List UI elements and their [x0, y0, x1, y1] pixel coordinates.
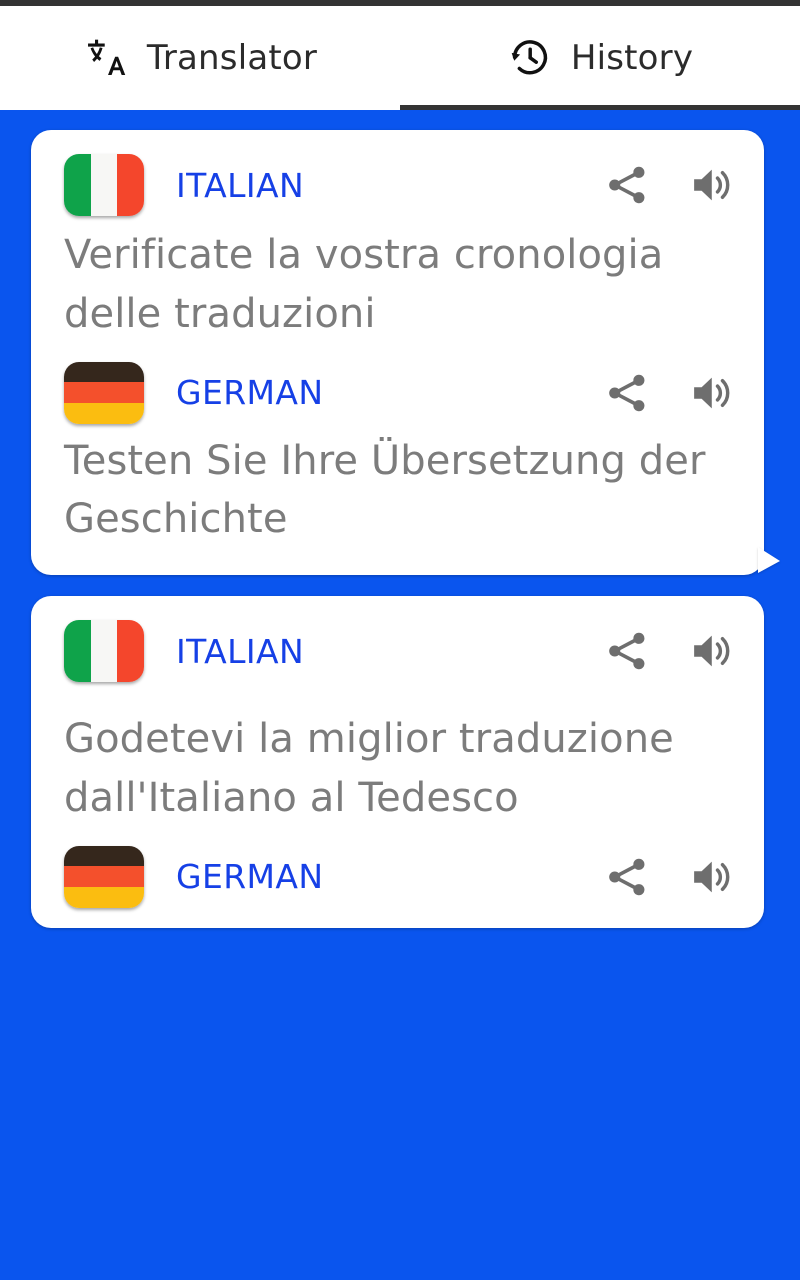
history-card[interactable]: ITALIAN [31, 130, 780, 576]
language-label: ITALIAN [176, 165, 305, 205]
language-label: ITALIAN [176, 631, 305, 671]
history-entry-header: ITALIAN [31, 148, 764, 222]
history-clock-icon [507, 35, 553, 81]
volume-icon[interactable] [686, 160, 736, 210]
share-icon[interactable] [602, 160, 652, 210]
tab-translator-label: Translator [146, 38, 318, 78]
italy-flag-icon [64, 154, 144, 216]
share-icon[interactable] [602, 626, 652, 676]
share-icon[interactable] [602, 368, 652, 418]
volume-icon[interactable] [686, 368, 736, 418]
history-entry-header: ITALIAN [31, 614, 764, 688]
translate-icon [83, 35, 129, 81]
speech-bubble-tail [758, 547, 780, 574]
tab-history-label: History [570, 38, 694, 78]
entry-actions [602, 626, 736, 676]
volume-icon[interactable] [686, 852, 736, 902]
app-root: Translator History ITALIAN Verificate la… [0, 0, 800, 1280]
language-label: GERMAN [176, 373, 324, 413]
tab-translator[interactable]: Translator [0, 6, 400, 110]
history-entry-header: GERMAN [31, 840, 764, 914]
germany-flag-icon [64, 361, 144, 424]
tab-bar: Translator History [0, 6, 800, 110]
history-card[interactable]: ITALIAN [31, 596, 764, 928]
entry-actions [602, 852, 736, 902]
history-entry-header: GERMAN [31, 356, 764, 430]
translation-text: Testen Sie Ihre Übersetzung der Geschich… [64, 437, 706, 543]
entry-actions [602, 160, 736, 210]
germany-flag-icon [64, 845, 144, 908]
tab-history[interactable]: History [400, 6, 800, 110]
volume-icon[interactable] [686, 626, 736, 676]
language-label: GERMAN [176, 857, 324, 897]
translation-text: Godetevi la miglior traduzione dall'Ital… [64, 716, 674, 821]
history-list[interactable]: ITALIAN Verificate la vostra cronologia … [0, 110, 800, 1280]
italy-flag-icon [64, 620, 144, 683]
entry-actions [602, 368, 736, 418]
share-icon[interactable] [602, 852, 652, 902]
translation-text: Verificate la vostra cronologia delle tr… [64, 232, 664, 337]
